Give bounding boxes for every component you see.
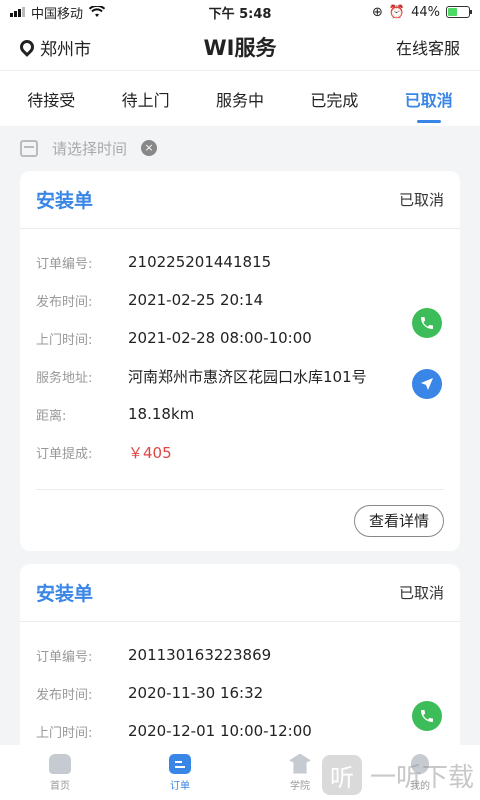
order-type: 安装单 [36,190,94,212]
visit-time-value: 2021-02-28 08:00-10:00 [128,329,312,347]
clear-icon[interactable]: × [141,140,158,156]
publish-time-value: 2021-02-25 20:14 [128,291,264,309]
order-no-row: 订单编号: 210225201441815 [36,243,444,281]
graduation-cap-icon [289,753,311,774]
commission-value: ￥405 [128,443,172,462]
order-card-header: 安装单 已取消 [20,564,460,622]
distance-row: 距离: 18.18km [36,395,444,433]
address-label: 服务地址: [36,370,93,386]
watermark: 听 一听下载 [322,755,474,795]
order-card[interactable]: 安装单 已取消 订单编号: 210225201441815 发布时间: 2021… [20,171,460,551]
publish-time-row: 发布时间: 2020-11-30 16:32 [36,674,444,712]
location-pin-icon [17,37,37,57]
tab-pending-visit[interactable]: 待上门 [122,71,170,127]
publish-time-row: 发布时间: 2021-02-25 20:14 [36,281,444,319]
order-details: 订单编号: 210225201441815 发布时间: 2021-02-25 2… [20,229,460,471]
phone-icon [421,710,433,722]
publish-time-label: 发布时间: [36,294,93,310]
order-list-icon [169,753,191,774]
nav-home[interactable]: 首页 [20,753,100,792]
order-status-tabs: 待接受 待上门 服务中 已完成 已取消 [0,70,480,126]
order-status: 已取消 [398,584,444,602]
view-details-button[interactable]: 查看详情 [353,504,444,537]
location-label: 郑州市 [40,39,91,60]
location-selector[interactable]: 郑州市 [17,35,91,60]
app-header: 郑州市 WI服务 在线客服 [0,24,480,70]
alarm-icon: ⏰ [388,4,406,20]
tab-cancelled[interactable]: 已取消 [405,71,453,127]
nav-home-label: 首页 [50,780,70,792]
order-status: 已取消 [398,191,444,209]
visit-time-label: 上门时间: [36,332,93,348]
publish-time-value: 2020-11-30 16:32 [128,684,264,702]
order-card-header: 安装单 已取消 [20,171,460,229]
visit-time-label: 上门时间: [36,725,93,741]
nav-orders[interactable]: 订单 [140,753,220,792]
commission-row: 订单提成: ￥405 [36,433,444,471]
calendar-icon [20,139,38,157]
signal-icon [10,7,25,17]
address-row: 服务地址: 河南郑州市惠济区花园口水库101号 [36,357,444,395]
status-left: 中国移动 [10,3,106,22]
call-button[interactable] [412,308,442,338]
battery-icon [446,6,472,18]
status-bar: 中国移动 下午 5:48 ⊕ ⏰ 44% [0,0,480,24]
online-service-link[interactable]: 在线客服 [396,35,460,59]
navigation-arrow-icon [421,378,433,390]
tab-pending-accept[interactable]: 待接受 [27,71,75,127]
distance-value: 18.18km [128,405,195,423]
rotation-lock-icon: ⊕ [372,4,383,20]
order-no-label: 订单编号: [36,256,93,272]
phone-icon [421,317,433,329]
home-icon [49,753,71,774]
battery-percent: 44% [411,4,440,20]
nav-orders-label: 订单 [170,780,190,792]
call-button[interactable] [412,701,442,731]
visit-time-row: 上门时间: 2021-02-28 08:00-10:00 [36,319,444,357]
time-filter-placeholder: 请选择时间 [52,139,128,158]
order-no-value: 201130163223869 [128,646,272,664]
status-right: ⊕ ⏰ 44% [372,4,472,20]
navigate-button[interactable] [412,369,442,399]
order-no-label: 订单编号: [36,649,93,665]
wifi-icon [89,6,106,17]
order-no-row: 订单编号: 201130163223869 [36,636,444,674]
distance-label: 距离: [36,408,67,424]
visit-time-value: 2020-12-01 10:00-12:00 [128,722,312,740]
watermark-text: 一听下载 [370,762,475,793]
order-card[interactable]: 安装单 已取消 订单编号: 201130163223869 发布时间: 2020… [20,564,460,764]
tab-in-service[interactable]: 服务中 [216,71,264,127]
carrier-label: 中国移动 [31,6,84,22]
order-type: 安装单 [36,583,94,605]
order-card-footer: 查看详情 [36,489,444,551]
time-filter[interactable]: 请选择时间 × [20,136,158,160]
address-value: 河南郑州市惠济区花园口水库101号 [128,367,367,386]
watermark-logo: 听 [322,755,362,795]
tab-completed[interactable]: 已完成 [310,71,358,127]
order-no-value: 210225201441815 [128,253,272,271]
order-details: 订单编号: 201130163223869 发布时间: 2020-11-30 1… [20,622,460,764]
nav-academy-label: 学院 [290,780,310,792]
publish-time-label: 发布时间: [36,687,93,703]
commission-label: 订单提成: [36,446,93,462]
